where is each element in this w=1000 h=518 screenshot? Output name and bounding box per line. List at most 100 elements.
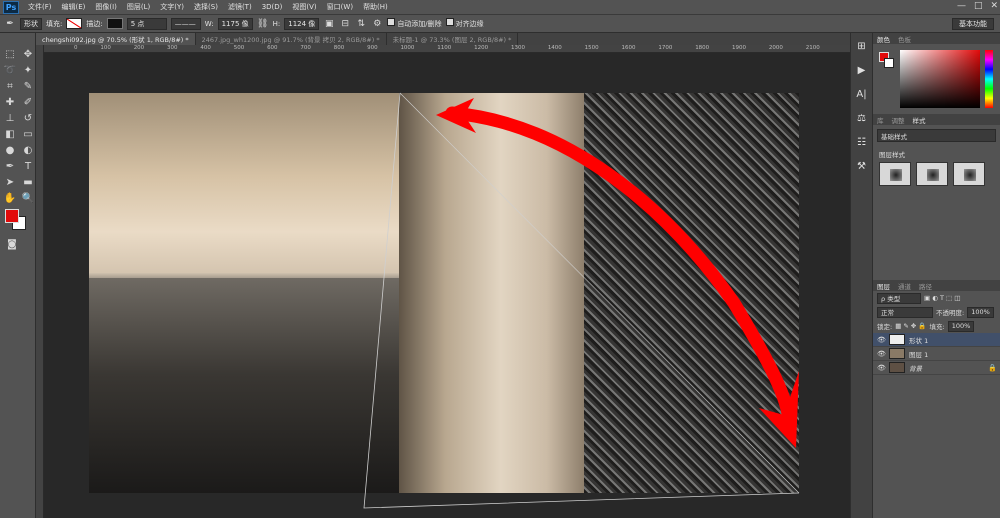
character-icon[interactable]: A| (855, 87, 869, 101)
align-edges-label: 对齐边缘 (455, 20, 484, 28)
filter-icons[interactable]: ▣ ◐ T ⬚ ◫ (924, 294, 960, 302)
stroke-size-field[interactable]: 5 点 (126, 17, 167, 30)
tab-layers[interactable]: 图层 (877, 281, 890, 291)
tab-channels[interactable]: 通道 (898, 281, 911, 291)
tab-paths[interactable]: 路径 (919, 281, 932, 291)
menu-view[interactable]: 视图(V) (287, 2, 321, 12)
layer-row[interactable]: 👁 背景 🔒 (873, 361, 1000, 375)
panel-background-color[interactable] (884, 58, 894, 68)
clone-stamp-tool-icon[interactable]: ⊥ (2, 111, 18, 125)
hue-slider[interactable] (985, 50, 993, 108)
shape-tool-icon[interactable]: ▬ (20, 175, 36, 189)
layer-kind-filter[interactable]: ρ 类型 (877, 292, 921, 304)
lock-icons[interactable]: ▦ ✎ ✥ 🔒 (895, 322, 926, 330)
properties-icon[interactable]: ☷ (855, 135, 869, 149)
style-thumb[interactable] (916, 162, 948, 186)
opacity-field[interactable]: 100% (967, 306, 994, 318)
tab-document-3[interactable]: 未标题-1 @ 73.3% (图层 2, RGB/8#) * (387, 33, 519, 45)
layer-row[interactable]: 👁 图层 1 (873, 347, 1000, 361)
eraser-tool-icon[interactable]: ◧ (2, 127, 18, 141)
visibility-eye-icon[interactable]: 👁 (877, 350, 886, 358)
menu-3d[interactable]: 3D(D) (257, 3, 288, 11)
style-preset-select[interactable]: 基础样式 (877, 129, 996, 142)
ruler-tick: 1900 (732, 45, 747, 51)
minimize-button[interactable]: — (957, 1, 966, 11)
path-arrangement-icon[interactable]: ⇅ (355, 18, 367, 30)
tool-mode-select[interactable]: 形状 (20, 17, 42, 30)
tab-document-2[interactable]: 2467.jpg_wh1200.jpg @ 91.7% (背景 拷贝 2, RG… (196, 33, 387, 45)
library-panel-tabs: 库 调整 样式 (873, 114, 1000, 125)
history-icon[interactable]: ⊞ (855, 39, 869, 53)
layer-row[interactable]: 👁 形状 1 (873, 333, 1000, 347)
canvas-area[interactable] (44, 53, 850, 518)
auto-add-delete-checkbox[interactable]: 自动添加/删除 (387, 18, 442, 29)
fill-swatch[interactable] (66, 18, 83, 29)
panel-dock: ⊞ ▶ A| ⚖ ☷ ⚒ (850, 33, 872, 518)
adjustments-icon[interactable]: ⚖ (855, 111, 869, 125)
menu-edit[interactable]: 编辑(E) (57, 2, 91, 12)
menu-filter[interactable]: 滤镜(T) (223, 2, 257, 12)
fill-field[interactable]: 100% (947, 320, 975, 332)
tab-document-1[interactable]: chengshi092.jpg @ 70.5% (形状 1, RGB/8#) * (36, 33, 196, 45)
tool-presets-icon[interactable]: ⚒ (855, 159, 869, 173)
link-icon[interactable]: ⛓ (257, 18, 269, 30)
hand-tool-icon[interactable]: ✋ (2, 191, 18, 205)
menu-file[interactable]: 文件(F) (23, 2, 57, 12)
height-field[interactable]: 1124 像 (284, 17, 320, 30)
layer-name: 图层 1 (909, 350, 929, 359)
tab-libraries[interactable]: 库 (877, 115, 884, 125)
lock-row: 锁定: ▦ ✎ ✥ 🔒 填充: 100% (873, 319, 1000, 333)
gear-icon[interactable]: ⚙ (371, 18, 383, 30)
eyedropper-tool-icon[interactable]: ✎ (20, 79, 36, 93)
stroke-label: 描边: (86, 19, 103, 28)
pen-tool-icon[interactable]: ✒ (4, 18, 16, 30)
style-thumb[interactable] (879, 162, 911, 186)
menu-type[interactable]: 文字(Y) (155, 2, 189, 12)
crop-tool-icon[interactable]: ⌗ (2, 79, 18, 93)
marquee-tool-icon[interactable]: ⬚ (2, 47, 18, 61)
options-bar: ✒ 形状 填充: 描边: 5 点 ——— W: 1175 像 ⛓ H: 1124… (0, 15, 1000, 33)
gradient-tool-icon[interactable]: ▭ (20, 127, 36, 141)
menu-select[interactable]: 选择(S) (189, 2, 223, 12)
width-field[interactable]: 1175 像 (217, 17, 253, 30)
menu-image[interactable]: 图像(I) (90, 2, 122, 12)
lasso-tool-icon[interactable]: ➰ (2, 63, 18, 77)
zoom-tool-icon[interactable]: 🔍 (20, 191, 36, 205)
tab-styles[interactable]: 样式 (913, 115, 926, 125)
quick-mask-icon[interactable]: ◙ (4, 237, 20, 251)
stroke-type-select[interactable]: ——— (170, 17, 201, 30)
tab-adjustments[interactable]: 调整 (892, 115, 905, 125)
tab-swatches[interactable]: 色板 (898, 34, 911, 44)
close-button[interactable]: ✕ (990, 1, 998, 11)
color-swatches[interactable] (3, 209, 33, 237)
magic-wand-tool-icon[interactable]: ✦ (20, 63, 36, 77)
path-operations-icon[interactable]: ▣ (323, 18, 335, 30)
move-tool-icon[interactable]: ✥ (20, 47, 36, 61)
actions-play-icon[interactable]: ▶ (855, 63, 869, 77)
style-thumb[interactable] (953, 162, 985, 186)
maximize-button[interactable]: □ (974, 1, 983, 11)
history-brush-tool-icon[interactable]: ↺ (20, 111, 36, 125)
red-arrow-curve (445, 106, 796, 430)
visibility-eye-icon[interactable]: 👁 (877, 336, 886, 344)
dodge-tool-icon[interactable]: ◐ (20, 143, 36, 157)
blend-mode-select[interactable]: 正常 (877, 306, 933, 318)
menu-window[interactable]: 窗口(W) (322, 2, 358, 12)
workspace-select[interactable]: 基本功能 (952, 18, 994, 30)
blur-tool-icon[interactable]: ● (2, 143, 18, 157)
stroke-swatch[interactable] (106, 18, 123, 29)
menu-layer[interactable]: 图层(L) (122, 2, 155, 12)
ruler-tick: 1800 (695, 45, 710, 51)
path-selection-tool-icon[interactable]: ➤ (2, 175, 18, 189)
pen-tool-icon[interactable]: ✒ (2, 159, 18, 173)
type-tool-icon[interactable]: T (20, 159, 36, 173)
tab-color[interactable]: 颜色 (877, 34, 890, 44)
visibility-eye-icon[interactable]: 👁 (877, 364, 886, 372)
brush-tool-icon[interactable]: ✐ (20, 95, 36, 109)
healing-brush-tool-icon[interactable]: ✚ (2, 95, 18, 109)
menu-help[interactable]: 帮助(H) (358, 2, 393, 12)
color-picker-field[interactable] (900, 50, 980, 108)
foreground-color[interactable] (5, 209, 19, 223)
path-alignment-icon[interactable]: ⊟ (339, 18, 351, 30)
align-edges-checkbox[interactable]: 对齐边缘 (445, 18, 484, 29)
